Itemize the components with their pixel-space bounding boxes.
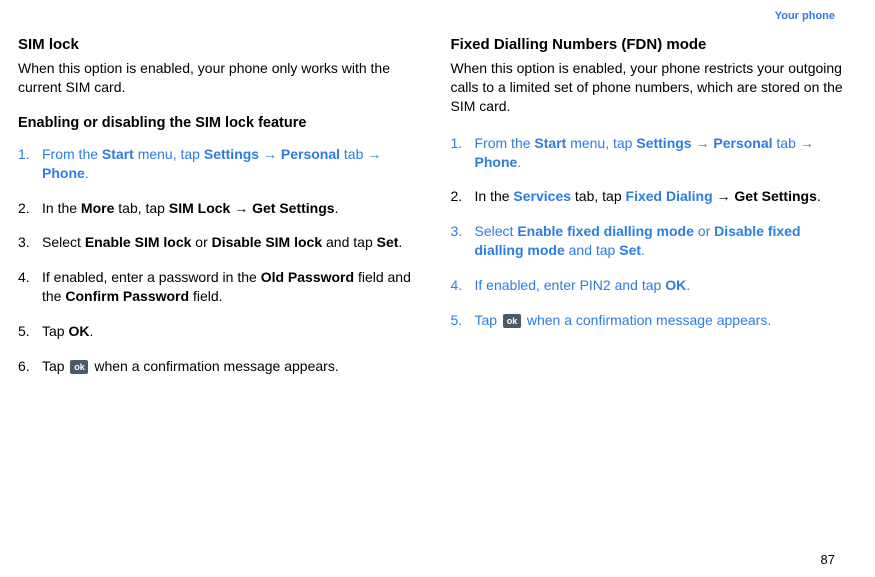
step-item: In the Services tab, tap Fixed Dialing →… (451, 187, 848, 206)
step-bold-text: Personal (281, 146, 340, 162)
step-bold-text: Enable fixed dialling mode (517, 223, 694, 239)
step-text: → (713, 188, 735, 204)
step-text: menu, tap (566, 135, 636, 151)
right-intro: When this option is enabled, your phone … (451, 59, 848, 116)
step-text: Select (42, 234, 85, 250)
step-text: tab, tap (571, 188, 625, 204)
step-bold-text: Services (513, 188, 571, 204)
step-bold-text: Disable SIM lock (212, 234, 322, 250)
step-bold-text: OK (68, 323, 89, 339)
step-text: menu, tap (134, 146, 204, 162)
step-text: Tap (475, 312, 501, 328)
step-text: . (817, 188, 821, 204)
step-text: or (191, 234, 211, 250)
step-item: In the More tab, tap SIM Lock → Get Sett… (18, 199, 415, 218)
left-subtitle: Enabling or disabling the SIM lock featu… (18, 115, 415, 131)
right-column: Fixed Dialling Numbers (FDN) mode When t… (451, 36, 848, 392)
step-item: From the Start menu, tap Settings → Pers… (451, 134, 848, 172)
step-bold-text: Old Password (261, 269, 354, 285)
left-column: SIM lock When this option is enabled, yo… (18, 36, 415, 392)
step-text: and tap (565, 242, 620, 258)
left-title: SIM lock (18, 36, 415, 53)
right-title: Fixed Dialling Numbers (FDN) mode (451, 36, 848, 53)
step-text: tab → (340, 146, 381, 162)
step-bold-text: Confirm Password (65, 288, 189, 304)
step-bold-text: Phone (475, 154, 518, 170)
step-item: Select Enable SIM lock or Disable SIM lo… (18, 233, 415, 252)
left-steps: From the Start menu, tap Settings → Pers… (18, 145, 415, 376)
step-item: If enabled, enter a password in the Old … (18, 268, 415, 306)
step-text: tab, tap (114, 200, 168, 216)
step-bold-text: Set (377, 234, 399, 250)
step-text: In the (475, 188, 514, 204)
step-text: . (641, 242, 645, 258)
step-text: when a confirmation message appears. (523, 312, 771, 328)
step-text: . (85, 165, 89, 181)
step-text: tab → (773, 135, 814, 151)
step-item: From the Start menu, tap Settings → Pers… (18, 145, 415, 183)
step-item: Tap OK. (18, 322, 415, 341)
step-bold-text: More (81, 200, 114, 216)
step-text: when a confirmation message appears. (90, 358, 338, 374)
step-text: . (517, 154, 521, 170)
step-bold-text: Phone (42, 165, 85, 181)
ok-icon: ok (70, 360, 88, 374)
step-bold-text: Set (619, 242, 641, 258)
step-text: . (686, 277, 690, 293)
step-text: field. (189, 288, 222, 304)
step-text: . (335, 200, 339, 216)
step-text: In the (42, 200, 81, 216)
step-item: Tap ok when a confirmation message appea… (18, 357, 415, 376)
step-text: → (230, 200, 252, 216)
step-item: If enabled, enter PIN2 and tap OK. (451, 276, 848, 295)
step-text: Tap (42, 323, 68, 339)
step-bold-text: Get Settings (252, 200, 334, 216)
content-columns: SIM lock When this option is enabled, yo… (18, 36, 847, 392)
step-bold-text: Settings (204, 146, 259, 162)
step-item: Select Enable fixed dialling mode or Dis… (451, 222, 848, 260)
step-text: . (398, 234, 402, 250)
step-bold-text: Start (534, 135, 566, 151)
step-bold-text: Enable SIM lock (85, 234, 192, 250)
step-bold-text: Personal (713, 135, 772, 151)
step-item: Tap ok when a confirmation message appea… (451, 311, 848, 330)
step-bold-text: Fixed Dialing (626, 188, 713, 204)
step-bold-text: Settings (636, 135, 691, 151)
step-text: Tap (42, 358, 68, 374)
step-text: . (89, 323, 93, 339)
step-bold-text: Get Settings (734, 188, 816, 204)
header-section-link[interactable]: Your phone (775, 10, 835, 22)
step-text: → (692, 135, 714, 151)
page-number: 87 (821, 552, 835, 567)
step-text: → (259, 146, 281, 162)
step-text: or (694, 223, 714, 239)
ok-icon: ok (503, 314, 521, 328)
step-text: If enabled, enter a password in the (42, 269, 261, 285)
step-text: From the (475, 135, 535, 151)
step-bold-text: OK (665, 277, 686, 293)
left-intro: When this option is enabled, your phone … (18, 59, 415, 97)
step-text: From the (42, 146, 102, 162)
right-steps: From the Start menu, tap Settings → Pers… (451, 134, 848, 330)
step-text: If enabled, enter PIN2 and tap (475, 277, 666, 293)
step-bold-text: SIM Lock (169, 200, 230, 216)
step-text: Select (475, 223, 518, 239)
step-text: and tap (322, 234, 377, 250)
step-bold-text: Start (102, 146, 134, 162)
